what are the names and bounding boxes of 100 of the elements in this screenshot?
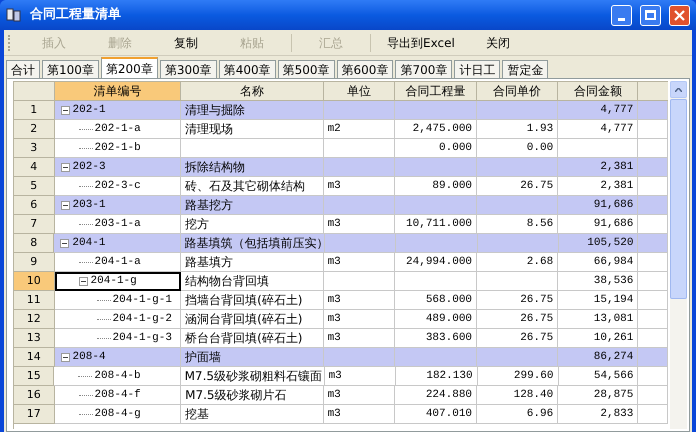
column-header[interactable]: 单位 [324, 82, 396, 101]
column-header[interactable]: 清单编号 [54, 82, 182, 101]
table-cell: m2 [324, 120, 395, 139]
table-cell [324, 139, 395, 158]
table-cell: 0.000 [394, 139, 478, 158]
table-cell: 8.56 [477, 215, 558, 234]
table-cell [638, 310, 668, 329]
row-number: 12 [14, 310, 55, 329]
table-cell [638, 158, 668, 177]
collapse-icon[interactable] [60, 238, 70, 248]
table-cell: 407.010 [394, 405, 478, 424]
minimize-button[interactable] [611, 4, 632, 26]
column-header[interactable]: 合同单价 [477, 82, 558, 101]
table-cell: m3 [324, 386, 395, 405]
tab[interactable]: 第700章 [395, 60, 452, 78]
collapse-icon[interactable] [60, 352, 70, 362]
toolbar-button[interactable]: 导出到Excel [377, 32, 465, 54]
table-cell: 0.00 [477, 139, 558, 158]
tab[interactable]: 第400章 [218, 60, 276, 78]
table-cell: 86,274 [558, 348, 638, 367]
table-cell: 2,381 [558, 177, 638, 196]
table-cell [638, 177, 668, 196]
table-cell: 2,833 [558, 405, 638, 424]
tab[interactable]: 第600章 [336, 60, 394, 78]
column-header[interactable]: 名称 [181, 82, 324, 101]
toolbar-button[interactable]: 关闭 [464, 32, 531, 54]
row-number: 9 [14, 253, 55, 272]
table-cell [638, 120, 668, 139]
app-icon [6, 7, 22, 23]
tab[interactable]: 第500章 [278, 60, 335, 78]
table-cell [324, 234, 396, 253]
table-cell [638, 272, 668, 291]
tab[interactable]: 第100章 [42, 60, 99, 78]
table-cell: 26.75 [477, 329, 558, 348]
tab[interactable]: 暂定金 [502, 60, 548, 78]
row-number: 4 [14, 158, 55, 177]
item-code: 202-3-c [94, 178, 141, 194]
scroll-up-button[interactable] [670, 81, 687, 98]
tab[interactable]: 合计 [6, 60, 40, 78]
table-cell: 568.000 [394, 291, 478, 310]
table-cell [638, 405, 668, 424]
table-cell: 54,566 [558, 367, 638, 386]
table-cell: 砖、石及其它砌体结构 [181, 177, 324, 196]
table-cell [638, 329, 668, 348]
table-cell: 489.000 [394, 310, 478, 329]
toolbar-grip[interactable] [8, 34, 11, 50]
row-number: 1 [14, 101, 55, 120]
table-cell: M7.5级砂浆砌粗料石镶面 [180, 367, 325, 386]
tab[interactable]: 第300章 [160, 60, 217, 78]
row-number: 7 [14, 215, 55, 234]
table-cell: 4,777 [558, 101, 638, 120]
close-icon [674, 10, 685, 20]
table-cell: 91,686 [558, 196, 638, 215]
toolbar-button[interactable]: 复制 [153, 32, 219, 54]
table-cell: 护面墙 [181, 348, 324, 367]
table-cell: 24,994.000 [394, 253, 478, 272]
table-cell [638, 234, 668, 253]
table-cell [324, 196, 395, 215]
table-cell: 结构物台背回填 [181, 272, 324, 291]
table-cell: 路基填筑（包括填前压实） [180, 234, 325, 253]
row-number: 15 [14, 367, 54, 386]
table-cell: 89.000 [394, 177, 478, 196]
tree-connector [96, 318, 111, 320]
column-header[interactable]: 合同金额 [558, 82, 638, 101]
table-cell: 105,520 [558, 234, 638, 253]
collapse-icon[interactable] [60, 106, 70, 114]
row-number: 11 [14, 291, 55, 310]
row-number: 2 [14, 120, 55, 139]
tab[interactable]: 计日工 [454, 60, 500, 78]
table-cell: 91,686 [558, 215, 638, 234]
table-cell: 224.880 [394, 386, 478, 405]
table-cell: 28,875 [558, 386, 638, 405]
close-button[interactable] [669, 4, 690, 26]
item-code: 204-1-g [90, 274, 137, 289]
table-cell [638, 139, 668, 158]
item-code: 208-4-g [94, 406, 141, 422]
table-cell [324, 348, 395, 367]
maximize-button[interactable] [640, 4, 661, 26]
table-cell: m3 [324, 405, 395, 424]
collapse-icon[interactable] [78, 276, 88, 286]
row-number: 13 [14, 329, 55, 348]
table-cell: m3 [324, 367, 396, 386]
table-cell: 路基挖方 [181, 196, 324, 215]
scroll-thumb[interactable] [670, 99, 687, 299]
item-code: 204-1-g-2 [112, 312, 172, 327]
table-cell [324, 101, 395, 120]
collapse-icon[interactable] [60, 162, 70, 172]
row-number: 8 [14, 234, 54, 253]
table-cell [324, 272, 395, 291]
table-cell [638, 101, 668, 120]
item-code: 202-1 [72, 102, 106, 118]
row-number: 14 [14, 348, 55, 367]
collapse-icon[interactable] [60, 200, 70, 210]
item-code: 203-1-a [94, 216, 141, 232]
scrollbar[interactable] [670, 81, 687, 429]
table-cell: 挡墙台背回填(碎石土) [181, 291, 324, 310]
column-header[interactable]: 合同工程量 [395, 82, 478, 101]
tab[interactable]: 第200章 [100, 57, 158, 78]
item-code: 204-1 [72, 236, 106, 251]
table-cell: 2,381 [558, 158, 638, 177]
